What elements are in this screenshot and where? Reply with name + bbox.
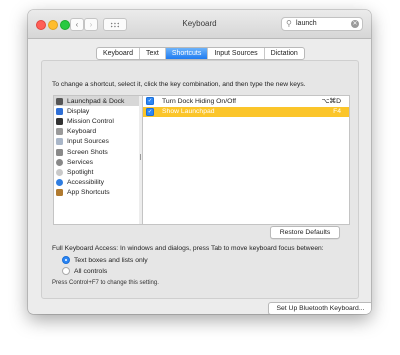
shortcut-keys[interactable]: ⌥⌘D xyxy=(321,97,341,105)
mission-control-icon xyxy=(56,117,63,125)
tab-bar: Keyboard Text Shortcuts Input Sources Di… xyxy=(96,47,305,60)
search-field[interactable]: ⚲ launch ✕ xyxy=(281,17,363,31)
launchpad-dock-icon xyxy=(56,97,63,105)
search-input[interactable]: launch xyxy=(296,20,317,27)
shortcut-list: ✓ Turn Dock Hiding On/Off ⌥⌘D ✓ Show Lau… xyxy=(142,95,350,225)
tab-shortcuts[interactable]: Shortcuts xyxy=(165,48,209,59)
shortcut-checkbox[interactable]: ✓ xyxy=(146,107,154,116)
shortcut-label: Show Launchpad xyxy=(162,108,215,116)
keyboard-icon xyxy=(56,128,63,136)
radio-all-controls[interactable]: All controls xyxy=(62,267,107,275)
search-icon: ⚲ xyxy=(286,19,292,28)
input-sources-icon xyxy=(56,138,63,146)
accessibility-icon xyxy=(56,179,63,187)
shortcut-checkbox[interactable]: ✓ xyxy=(146,97,154,106)
category-label: Display xyxy=(67,107,90,115)
category-input-sources[interactable]: Input Sources xyxy=(54,137,140,147)
category-keyboard[interactable]: Keyboard xyxy=(54,127,140,137)
category-app-shortcuts[interactable]: App Shortcuts xyxy=(54,188,140,198)
keyboard-preferences-window: ‹ › Keyboard ⚲ launch ✕ Keyboard Text Sh… xyxy=(28,10,371,314)
radio-button[interactable] xyxy=(62,256,70,264)
restore-defaults-button[interactable]: Restore Defaults xyxy=(270,226,340,239)
category-display[interactable]: Display xyxy=(54,106,140,116)
category-list: Launchpad & Dock Display Mission Control… xyxy=(53,95,141,225)
category-screen-shots[interactable]: Screen Shots xyxy=(54,147,140,157)
instructions-text: To change a shortcut, select it, click t… xyxy=(52,81,306,88)
category-label: Spotlight xyxy=(67,168,94,176)
screenshots-icon xyxy=(56,148,63,156)
setup-bluetooth-keyboard-button[interactable]: Set Up Bluetooth Keyboard... xyxy=(268,302,371,314)
shortcut-row-dock-hiding[interactable]: ✓ Turn Dock Hiding On/Off ⌥⌘D xyxy=(143,96,349,107)
category-spotlight[interactable]: Spotlight xyxy=(54,167,140,177)
category-label: Screen Shots xyxy=(67,148,108,156)
category-label: Launchpad & Dock xyxy=(67,97,125,105)
tab-input-sources[interactable]: Input Sources xyxy=(208,48,265,59)
full-keyboard-access-label: Full Keyboard Access: In windows and dia… xyxy=(52,245,324,252)
category-label: Services xyxy=(67,158,94,166)
shortcuts-panel: To change a shortcut, select it, click t… xyxy=(41,60,359,299)
radio-text-boxes-lists[interactable]: Text boxes and lists only xyxy=(62,256,148,264)
category-mission-control[interactable]: Mission Control xyxy=(54,116,140,126)
tab-keyboard[interactable]: Keyboard xyxy=(97,48,140,59)
category-label: Input Sources xyxy=(67,138,109,146)
spotlight-icon xyxy=(56,168,63,176)
display-icon xyxy=(56,107,63,115)
category-services[interactable]: Services xyxy=(54,157,140,167)
category-label: Mission Control xyxy=(67,117,114,125)
title-bar: ‹ › Keyboard ⚲ launch ✕ xyxy=(28,10,371,39)
clear-search-icon[interactable]: ✕ xyxy=(351,20,359,28)
services-icon xyxy=(56,158,63,166)
category-label: Accessibility xyxy=(67,179,105,187)
category-accessibility[interactable]: Accessibility xyxy=(54,178,140,188)
control-f7-note: Press Control+F7 to change this setting. xyxy=(52,280,159,286)
tab-text[interactable]: Text xyxy=(140,48,166,59)
shortcut-keys[interactable]: F4 xyxy=(333,108,341,115)
category-launchpad-dock[interactable]: Launchpad & Dock xyxy=(54,96,140,107)
shortcut-label: Turn Dock Hiding On/Off xyxy=(162,97,237,105)
radio-label: All controls xyxy=(74,267,108,275)
app-shortcuts-icon xyxy=(56,189,63,197)
shortcut-row-show-launchpad[interactable]: ✓ Show Launchpad F4 xyxy=(143,106,349,117)
category-label: App Shortcuts xyxy=(67,189,110,197)
radio-button[interactable] xyxy=(62,267,70,275)
tab-dictation[interactable]: Dictation xyxy=(265,48,304,59)
category-label: Keyboard xyxy=(67,128,97,136)
radio-label: Text boxes and lists only xyxy=(74,256,148,264)
